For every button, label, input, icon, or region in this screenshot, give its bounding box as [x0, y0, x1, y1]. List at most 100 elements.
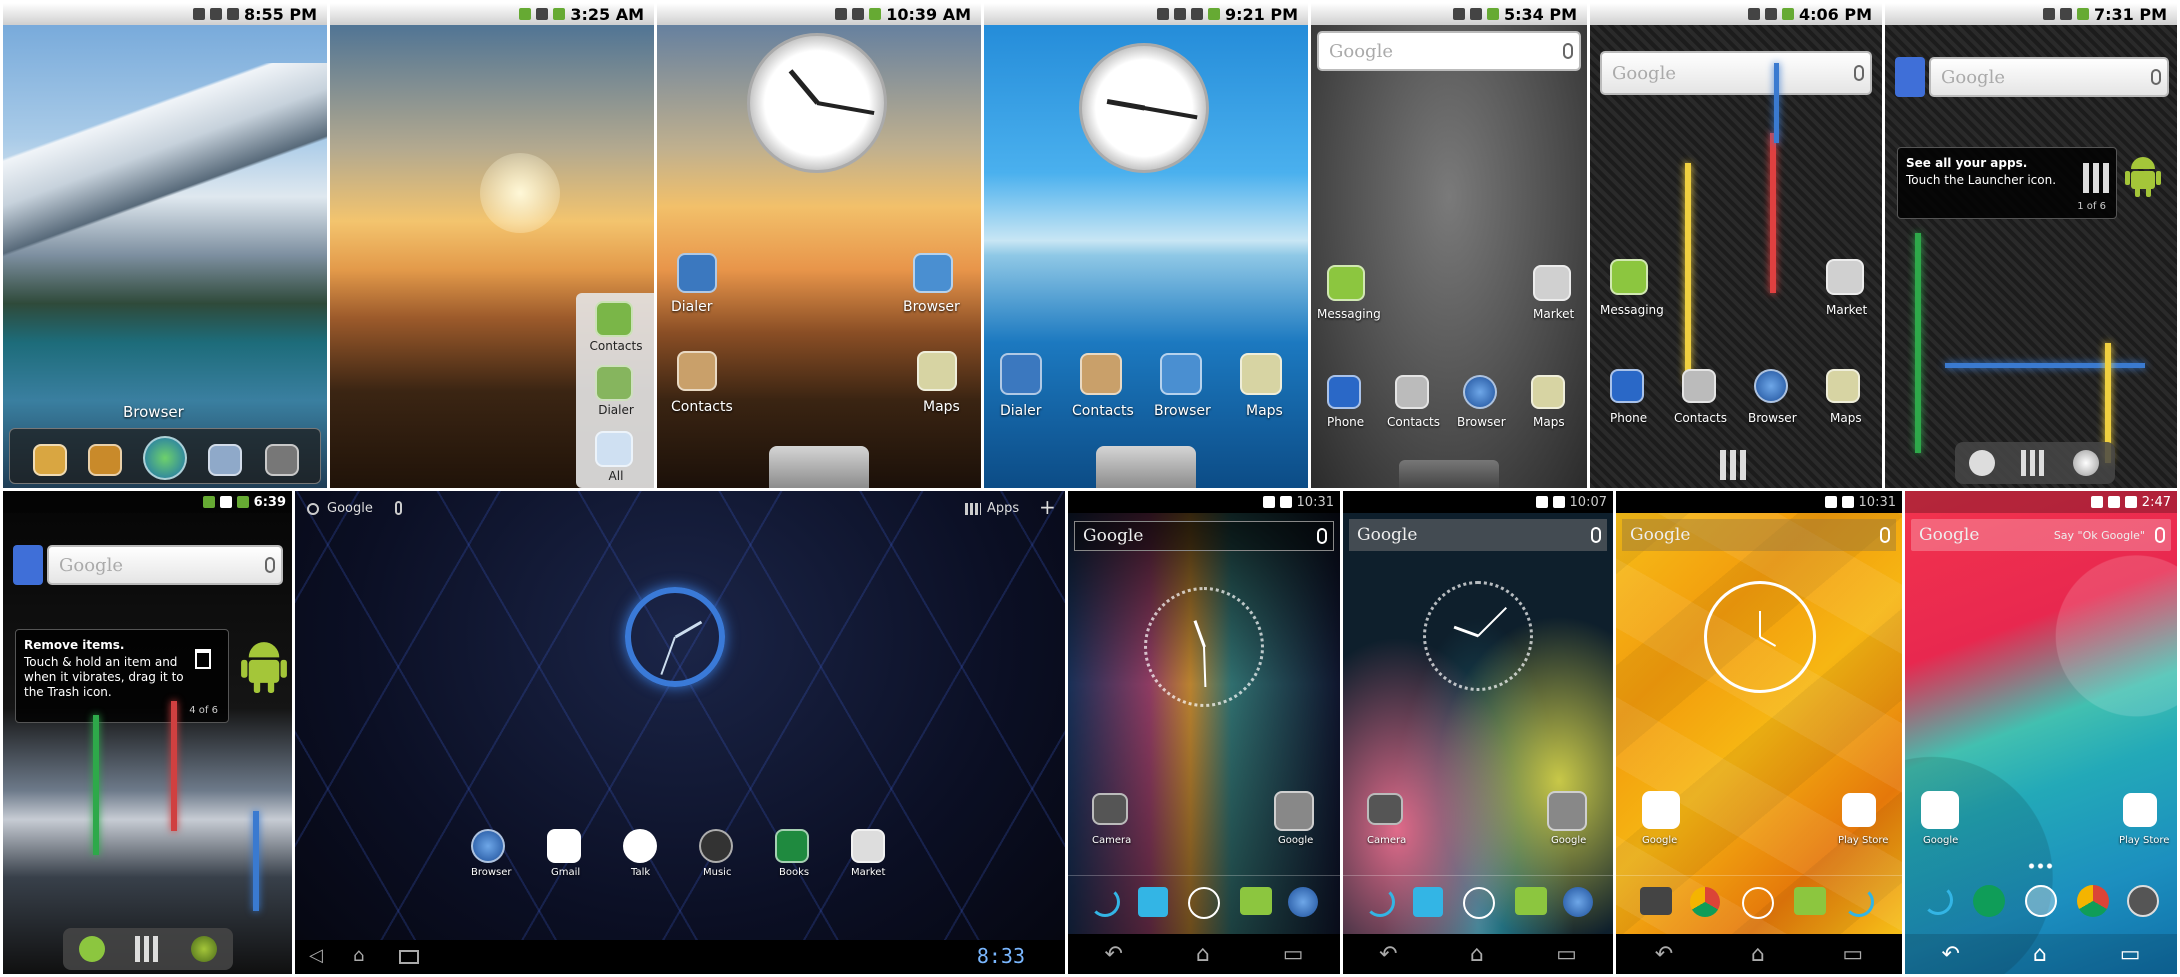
microphone-icon[interactable] — [2151, 69, 2161, 85]
google-logo-button[interactable] — [13, 545, 43, 585]
microphone-icon[interactable] — [2155, 527, 2165, 543]
apps-button[interactable]: Apps — [987, 501, 1019, 516]
add-plus-icon[interactable]: + — [1039, 495, 1056, 519]
launcher-grid-icon[interactable] — [2021, 450, 2047, 476]
contacts-icon[interactable] — [1682, 369, 1716, 403]
phone-icon[interactable] — [1327, 375, 1361, 409]
all-apps-icon[interactable] — [2025, 885, 2057, 917]
chrome-icon[interactable] — [1690, 887, 1720, 917]
phone-icon[interactable] — [1969, 450, 1995, 476]
dialer-icon[interactable] — [1000, 353, 1042, 395]
messaging-icon[interactable] — [1610, 259, 1648, 295]
camera-icon[interactable] — [1640, 887, 1672, 915]
people-icon[interactable] — [1138, 887, 1168, 917]
talk-icon[interactable] — [623, 829, 657, 863]
play-store-icon[interactable] — [1842, 793, 1876, 827]
apps-grid-icon[interactable] — [965, 503, 981, 515]
google-folder-icon[interactable] — [1274, 791, 1314, 831]
all-apps-icon[interactable] — [1463, 887, 1495, 919]
browser-icon[interactable] — [191, 936, 217, 962]
all-apps-icon[interactable] — [1188, 887, 1220, 919]
home-icon[interactable]: ⌂ — [2033, 942, 2047, 967]
contacts-icon[interactable] — [677, 351, 717, 391]
microphone-icon[interactable] — [395, 501, 402, 515]
gmail-icon[interactable] — [1642, 791, 1680, 829]
messaging-icon[interactable] — [1515, 887, 1547, 915]
recents-icon[interactable] — [399, 950, 419, 964]
back-icon[interactable]: ◁ — [309, 945, 323, 966]
drawer-handle[interactable] — [1096, 446, 1196, 488]
browser-icon[interactable] — [2073, 450, 2099, 476]
back-icon[interactable]: ↶ — [1941, 942, 1959, 967]
browser-icon[interactable] — [1563, 887, 1593, 917]
messaging-icon[interactable] — [1240, 887, 1272, 915]
google-search-bar[interactable]: Google — [1074, 521, 1334, 551]
dialer-icon[interactable] — [677, 253, 717, 293]
chrome-icon[interactable] — [2077, 885, 2109, 917]
home-icon[interactable]: ⌂ — [1470, 942, 1484, 967]
all-apps-icon[interactable] — [595, 431, 633, 467]
google-folder-icon[interactable] — [1547, 791, 1587, 831]
maps-icon[interactable] — [1826, 369, 1860, 403]
google-logo-button[interactable] — [1895, 57, 1925, 97]
camera-icon[interactable] — [2127, 885, 2159, 917]
back-icon[interactable]: ↶ — [1104, 942, 1122, 967]
contacts-icon[interactable] — [595, 301, 633, 337]
camera-icon[interactable] — [1367, 793, 1403, 825]
contacts-icon[interactable] — [1080, 353, 1122, 395]
gmail-icon[interactable] — [1921, 791, 1959, 829]
phone-icon[interactable] — [1844, 887, 1874, 917]
all-apps-icon[interactable] — [1742, 887, 1774, 919]
google-search-bar[interactable]: Google — [47, 545, 283, 585]
hangouts-icon[interactable] — [1973, 885, 2005, 917]
browser-icon[interactable] — [913, 253, 953, 293]
google-search-bar[interactable]: Google — [1622, 519, 1896, 551]
browser-icon[interactable] — [1160, 353, 1202, 395]
phone-icon[interactable] — [1365, 887, 1395, 917]
browser-globe-icon[interactable] — [143, 436, 187, 480]
microphone-icon[interactable] — [1563, 43, 1573, 59]
phone-icon[interactable] — [1090, 887, 1120, 917]
email-icon[interactable] — [88, 444, 122, 476]
people-icon[interactable] — [1413, 887, 1443, 917]
launcher-grid-icon[interactable] — [135, 936, 161, 962]
google-search-bar[interactable]: Google — [1600, 51, 1872, 95]
browser-icon[interactable] — [471, 829, 505, 863]
search-icon[interactable] — [307, 503, 319, 515]
phone-icon[interactable] — [79, 936, 105, 962]
phone-icon[interactable] — [1610, 369, 1644, 403]
back-icon[interactable]: ↶ — [1655, 942, 1673, 967]
google-search-bar[interactable]: Google — [1929, 57, 2169, 97]
folder-icon[interactable] — [33, 444, 67, 476]
google-search-label[interactable]: Google — [327, 501, 373, 516]
recents-icon[interactable]: ▭ — [2120, 942, 2141, 967]
play-store-icon[interactable] — [2123, 793, 2157, 827]
music-headphones-icon[interactable] — [699, 829, 733, 863]
google-search-bar[interactable]: Google — [1349, 519, 1607, 551]
phone-icon[interactable] — [1923, 885, 1953, 915]
dialer-icon[interactable] — [595, 365, 633, 401]
maps-icon[interactable] — [917, 351, 957, 391]
browser-icon[interactable] — [1754, 369, 1788, 403]
microphone-icon[interactable] — [1880, 527, 1890, 543]
settings-gear-icon[interactable] — [265, 444, 299, 476]
microphone-icon[interactable] — [1854, 65, 1864, 81]
market-icon[interactable] — [1533, 265, 1571, 301]
market-icon[interactable] — [1826, 259, 1864, 295]
recents-icon[interactable]: ▭ — [1556, 942, 1577, 967]
home-icon[interactable]: ⌂ — [353, 945, 364, 966]
camera-icon[interactable] — [1092, 793, 1128, 825]
back-icon[interactable]: ↶ — [1379, 942, 1397, 967]
microphone-icon[interactable] — [1591, 527, 1601, 543]
drawer-handle[interactable] — [1399, 460, 1499, 488]
maps-icon[interactable] — [1240, 353, 1282, 395]
browser-icon[interactable] — [1288, 887, 1318, 917]
maps-icon[interactable] — [208, 444, 242, 476]
market-icon[interactable] — [851, 829, 885, 863]
microphone-icon[interactable] — [1317, 528, 1327, 544]
maps-icon[interactable] — [1531, 375, 1565, 409]
browser-icon[interactable] — [1463, 375, 1497, 409]
contacts-icon[interactable] — [1395, 375, 1429, 409]
google-search-bar[interactable]: Google — [1317, 31, 1581, 71]
drawer-handle[interactable] — [769, 446, 869, 488]
